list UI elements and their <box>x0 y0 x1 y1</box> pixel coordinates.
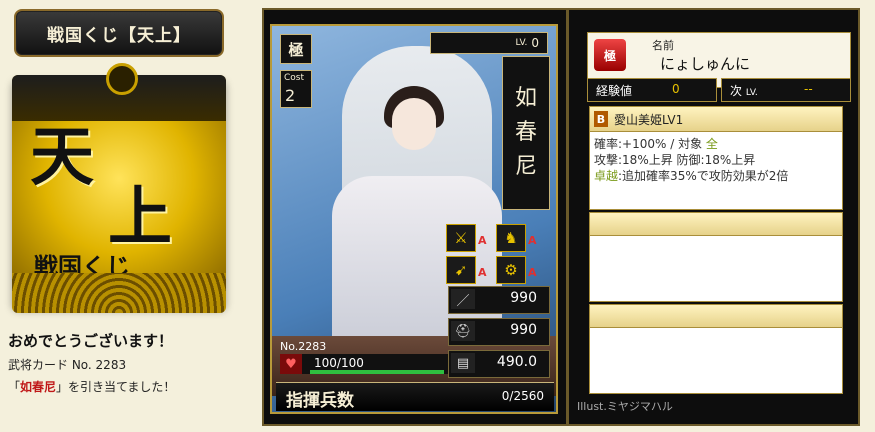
skill-line-2: 攻撃:18%上昇 防御:18%上昇 <box>594 153 756 167</box>
name-label: 名前 <box>652 39 674 52</box>
troops-label: 指揮兵数 <box>286 391 354 411</box>
intellect-value: 490.0 <box>496 354 537 370</box>
cost-value: 2 <box>285 86 296 105</box>
attack-value: 990 <box>510 290 537 306</box>
exp-box: 経験値 0 <box>587 78 717 102</box>
lottery-panel: 戦国くじ【天上】 天 上 戦国くじ おめでとうございます！ 武将カード No. … <box>0 0 240 432</box>
bow-icon: ➹ <box>446 256 476 284</box>
ticket-knot-icon <box>106 63 138 95</box>
next-lv-label: LV. <box>745 88 758 98</box>
heart-icon: ♥ <box>280 354 302 374</box>
illustrator-credit: Illust.ミヤジマハル <box>577 400 673 413</box>
skill-excel-text: :追加確率35%で攻防効果が2倍 <box>618 169 789 183</box>
helmet-icon: ⛑ <box>451 321 475 341</box>
exp-label: 経験値 <box>596 84 633 98</box>
general-portrait <box>392 98 436 150</box>
draw-result-line: 「如春尼」を引き当てました！ <box>8 378 175 395</box>
name-char: 如 <box>514 86 537 111</box>
hp-bar <box>310 370 444 374</box>
hp-value: 100/100 <box>314 356 364 370</box>
next-label: 次 <box>730 84 743 98</box>
skill-rank-badge: B <box>594 111 608 127</box>
defense-stat: ⛑ 990 <box>448 318 550 346</box>
troops-row: 指揮兵数 0/2560 <box>276 382 554 411</box>
skill-line-1: 確率:+100% / 対象 全 <box>594 135 718 152</box>
skill-name: 愛山美姫LV1 <box>614 113 684 127</box>
general-name-vertical: 如 春 尼 <box>502 56 550 210</box>
level-box: LV. 0 <box>430 32 548 54</box>
intellect-stat: ▤ 490.0 <box>448 350 550 378</box>
exp-value: 0 <box>672 82 680 96</box>
next-value: -- <box>804 82 813 96</box>
bow-grade: A <box>478 266 487 279</box>
siege-icon: ⚙ <box>496 256 526 284</box>
card-number: No.2283 <box>280 340 327 353</box>
ticket-main-char-2: 上 <box>108 180 172 255</box>
skill-excel-label: 卓越 <box>594 169 619 183</box>
name-char: 尼 <box>514 154 537 179</box>
card-number-line: 武将カード No. 2283 <box>8 358 127 372</box>
drawn-general-name: 如春尼 <box>20 380 57 394</box>
next-level-box: 次 LV. -- <box>721 78 851 102</box>
cavalry-grade: A <box>528 234 537 247</box>
hp-bar-fill <box>310 370 444 374</box>
siege-grade: A <box>528 266 537 279</box>
spear-grade: A <box>478 234 487 247</box>
lottery-ticket-image: 天 上 戦国くじ <box>12 63 226 313</box>
congrats-message: おめでとうございます！ <box>8 332 174 350</box>
skill-rate-text: 確率:+100% / 対象 <box>594 137 706 151</box>
troops-value: 0/2560 <box>501 389 544 403</box>
rank-badge: 極 <box>280 34 312 64</box>
lottery-title: 戦国くじ【天上】 <box>14 9 224 57</box>
skill-slot-2 <box>589 212 843 302</box>
cost-label: Cost <box>284 73 305 83</box>
draw-prefix: 「 <box>8 380 21 394</box>
cavalry-icon: ♞ <box>496 224 526 252</box>
cost-box: Cost 2 <box>280 70 312 108</box>
skill-target: 全 <box>705 137 718 151</box>
skill-slot-1: B 愛山美姫LV1 確率:+100% / 対象 全 攻撃:18%上昇 防御:18… <box>589 106 843 210</box>
level-label: LV. <box>515 38 528 48</box>
ticket-main-char-1: 天 <box>30 120 94 195</box>
defense-value: 990 <box>510 322 537 338</box>
attack-stat: ／ 990 <box>448 286 550 314</box>
draw-suffix: 」を引き当てました！ <box>56 380 176 394</box>
sword-icon: ／ <box>451 289 475 309</box>
general-detail-panel: 極 名前 にょしゅんに 経験値 0 次 LV. -- B 愛山美姫LV1 確率:… <box>575 14 855 424</box>
general-card: 極 Cost 2 LV. 0 如 春 尼 ⚔ A ♞ A ➹ A ⚙ A ／ 9… <box>270 24 558 414</box>
name-reading: にょしゅんに <box>660 55 751 73</box>
level-value: 0 <box>531 36 539 50</box>
name-char: 春 <box>514 120 537 145</box>
book-icon: ▤ <box>451 353 475 373</box>
skill-line-3: 卓越:追加確率35%で攻防効果が2倍 <box>594 167 788 184</box>
spear-icon: ⚔ <box>446 224 476 252</box>
card-divider <box>566 8 569 426</box>
unit-aptitude-grid: ⚔ A ♞ A ➹ A ⚙ A <box>446 224 550 286</box>
rank-icon: 極 <box>594 39 626 71</box>
hp-row: ♥ 100/100 <box>280 354 448 374</box>
skill-slot-3 <box>589 304 843 394</box>
